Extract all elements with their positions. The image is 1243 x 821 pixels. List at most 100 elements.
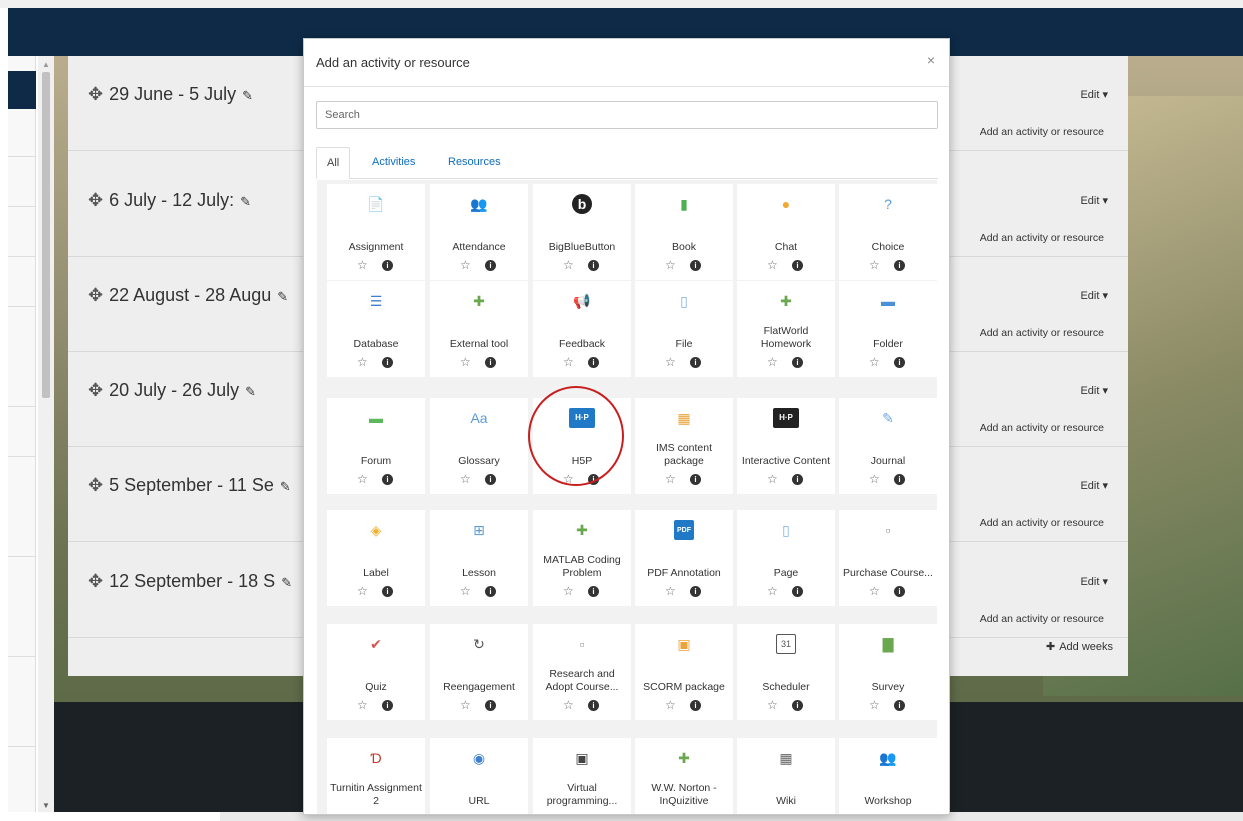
- star-icon[interactable]: ☆: [563, 258, 574, 272]
- activity-item-flatworld-homework[interactable]: ✚ FlatWorld Homework ☆ i: [737, 281, 835, 377]
- star-icon[interactable]: ☆: [665, 584, 676, 598]
- info-icon[interactable]: i: [792, 260, 803, 271]
- tab-resources[interactable]: Resources: [438, 147, 511, 179]
- star-icon[interactable]: ☆: [665, 698, 676, 712]
- star-icon[interactable]: ☆: [767, 812, 778, 814]
- activity-item-feedback[interactable]: 📢 Feedback ☆ i: [533, 281, 631, 377]
- star-icon[interactable]: ☆: [665, 355, 676, 369]
- info-icon[interactable]: i: [690, 814, 701, 815]
- star-icon[interactable]: ☆: [869, 812, 880, 814]
- activity-item-reengagement[interactable]: ↻ Reengagement ☆ i: [430, 624, 528, 720]
- star-icon[interactable]: ☆: [767, 584, 778, 598]
- week-title[interactable]: ✥ 20 July - 26 July ✎: [88, 380, 256, 401]
- activity-item-folder[interactable]: ▬ Folder ☆ i: [839, 281, 937, 377]
- pencil-icon[interactable]: ✎: [240, 194, 251, 209]
- add-activity-link[interactable]: Add an activity or resource: [980, 126, 1104, 138]
- activity-item-virtual-programming[interactable]: ▣ Virtual programming... ☆ i: [533, 738, 631, 814]
- drawer-active-item[interactable]: [8, 71, 36, 109]
- activity-item-attendance[interactable]: 👥 Attendance ☆ i: [430, 184, 528, 280]
- info-icon[interactable]: i: [894, 814, 905, 815]
- week-title[interactable]: ✥ 6 July - 12 July: ✎: [88, 190, 251, 211]
- info-icon[interactable]: i: [382, 586, 393, 597]
- activity-item-quiz[interactable]: ✔ Quiz ☆ i: [327, 624, 425, 720]
- pencil-icon[interactable]: ✎: [280, 479, 291, 494]
- activity-item-survey[interactable]: ▇ Survey ☆ i: [839, 624, 937, 720]
- activity-item-file[interactable]: ▯ File ☆ i: [635, 281, 733, 377]
- week-title[interactable]: ✥ 5 September - 11 Se ✎: [88, 475, 291, 496]
- move-icon[interactable]: ✥: [88, 475, 103, 495]
- add-activity-link[interactable]: Add an activity or resource: [980, 613, 1104, 625]
- page-scrollbar[interactable]: ▲ ▼: [38, 56, 54, 816]
- star-icon[interactable]: ☆: [357, 812, 368, 814]
- move-icon[interactable]: ✥: [88, 571, 103, 591]
- edit-menu[interactable]: Edit ▾: [1080, 575, 1108, 588]
- add-activity-link[interactable]: Add an activity or resource: [980, 422, 1104, 434]
- activity-item-page[interactable]: ▯ Page ☆ i: [737, 510, 835, 606]
- star-icon[interactable]: ☆: [357, 472, 368, 486]
- star-icon[interactable]: ☆: [563, 472, 574, 486]
- star-icon[interactable]: ☆: [563, 812, 574, 814]
- info-icon[interactable]: i: [690, 700, 701, 711]
- info-icon[interactable]: i: [382, 700, 393, 711]
- star-icon[interactable]: ☆: [665, 812, 676, 814]
- info-icon[interactable]: i: [690, 586, 701, 597]
- star-icon[interactable]: ☆: [563, 584, 574, 598]
- activity-item-workshop[interactable]: 👥 Workshop ☆ i: [839, 738, 937, 815]
- activity-item-scorm-package[interactable]: ▣ SCORM package ☆ i: [635, 624, 733, 720]
- info-icon[interactable]: i: [588, 586, 599, 597]
- activity-item-interactive-content[interactable]: H·P Interactive Content ☆ i: [737, 398, 835, 494]
- info-icon[interactable]: i: [382, 357, 393, 368]
- star-icon[interactable]: ☆: [460, 584, 471, 598]
- add-weeks-link[interactable]: ✚ Add weeks: [1046, 640, 1113, 653]
- star-icon[interactable]: ☆: [767, 472, 778, 486]
- activity-item-lesson[interactable]: ⊞ Lesson ☆ i: [430, 510, 528, 606]
- activity-item-chat[interactable]: ● Chat ☆ i: [737, 184, 835, 280]
- edit-menu[interactable]: Edit ▾: [1080, 88, 1108, 101]
- search-input[interactable]: [316, 101, 938, 129]
- pencil-icon[interactable]: ✎: [242, 88, 253, 103]
- info-icon[interactable]: i: [690, 357, 701, 368]
- activity-item-journal[interactable]: ✎ Journal ☆ i: [839, 398, 937, 494]
- activity-item-turnitin-assignment-2[interactable]: Ɗ Turnitin Assignment 2 ☆ i: [327, 738, 425, 814]
- star-icon[interactable]: ☆: [767, 258, 778, 272]
- info-icon[interactable]: i: [485, 260, 496, 271]
- star-icon[interactable]: ☆: [357, 258, 368, 272]
- move-icon[interactable]: ✥: [88, 380, 103, 400]
- star-icon[interactable]: ☆: [869, 258, 880, 272]
- activity-item-research-and-adopt-course[interactable]: ▫ Research and Adopt Course... ☆ i: [533, 624, 631, 720]
- info-icon[interactable]: i: [894, 700, 905, 711]
- add-activity-link[interactable]: Add an activity or resource: [980, 517, 1104, 529]
- star-icon[interactable]: ☆: [767, 698, 778, 712]
- star-icon[interactable]: ☆: [563, 355, 574, 369]
- edit-menu[interactable]: Edit ▾: [1080, 289, 1108, 302]
- tab-all[interactable]: All: [316, 147, 351, 179]
- info-icon[interactable]: i: [485, 700, 496, 711]
- edit-menu[interactable]: Edit ▾: [1080, 384, 1108, 397]
- star-icon[interactable]: ☆: [357, 355, 368, 369]
- edit-menu[interactable]: Edit ▾: [1080, 194, 1108, 207]
- star-icon[interactable]: ☆: [869, 472, 880, 486]
- activity-item-glossary[interactable]: Aa Glossary ☆ i: [430, 398, 528, 494]
- star-icon[interactable]: ☆: [460, 698, 471, 712]
- info-icon[interactable]: i: [894, 260, 905, 271]
- info-icon[interactable]: i: [382, 474, 393, 485]
- activity-item-pdf-annotation[interactable]: PDF PDF Annotation ☆ i: [635, 510, 733, 606]
- scroll-down-icon[interactable]: ▼: [42, 801, 50, 810]
- info-icon[interactable]: i: [690, 260, 701, 271]
- add-activity-link[interactable]: Add an activity or resource: [980, 232, 1104, 244]
- activity-item-assignment[interactable]: 📄 Assignment ☆ i: [327, 184, 425, 280]
- move-icon[interactable]: ✥: [88, 84, 103, 104]
- info-icon[interactable]: i: [792, 700, 803, 711]
- info-icon[interactable]: i: [894, 586, 905, 597]
- activity-item-external-tool[interactable]: ✚ External tool ☆ i: [430, 281, 528, 377]
- star-icon[interactable]: ☆: [460, 812, 471, 814]
- activity-item-book[interactable]: ▮ Book ☆ i: [635, 184, 733, 280]
- activity-item-wiki[interactable]: ▦ Wiki ☆ i: [737, 738, 835, 814]
- close-icon[interactable]: ×: [927, 52, 935, 68]
- info-icon[interactable]: i: [382, 260, 393, 271]
- activity-item-scheduler[interactable]: 31 Scheduler ☆ i: [737, 624, 835, 720]
- info-icon[interactable]: i: [588, 700, 599, 711]
- pencil-icon[interactable]: ✎: [245, 384, 256, 399]
- activity-item-ims-content-package[interactable]: ▦ IMS content package ☆ i: [635, 398, 733, 494]
- edit-menu[interactable]: Edit ▾: [1080, 479, 1108, 492]
